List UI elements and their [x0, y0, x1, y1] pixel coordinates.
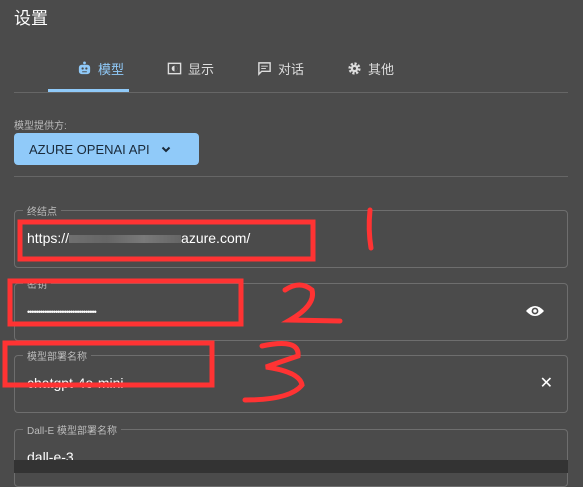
divider [14, 176, 568, 177]
tab-model[interactable]: 模型 [77, 58, 124, 78]
robot-icon [78, 60, 91, 74]
key-field[interactable]: 密钥 •••••••••••••••••••••••••••••••• [14, 276, 568, 341]
endpoint-input[interactable]: https:// azure.com/ [27, 230, 250, 246]
provider-label: 模型提供方: [14, 121, 67, 132]
page-title: 设置 [14, 9, 48, 28]
field-label: 终结点 [23, 203, 61, 218]
tab-label: 显示 [188, 61, 215, 77]
endpoint-field[interactable]: 终结点 https:// azure.com/ [14, 203, 568, 268]
gear-icon [348, 61, 361, 75]
tab-label: 其他 [368, 61, 395, 77]
redacted-blur [69, 235, 182, 244]
chat-icon [258, 61, 271, 76]
endpoint-prefix: https:// [27, 230, 70, 246]
tab-label: 模型 [98, 61, 125, 77]
tab-chat[interactable]: 对话 [257, 58, 304, 78]
bottom-panel [14, 460, 568, 473]
eye-icon[interactable] [525, 304, 545, 318]
dalle-deployment-field[interactable]: Dall-E 模型部署名称 dall-e-3 [14, 422, 568, 487]
field-label: 模型部署名称 [23, 348, 91, 363]
clear-icon[interactable]: ✕ [540, 373, 553, 393]
deployment-field[interactable]: 模型部署名称 chatgpt-4o-mini ✕ [14, 348, 568, 413]
deployment-input[interactable]: chatgpt-4o-mini [27, 375, 124, 391]
field-label: 密钥 [23, 276, 51, 291]
endpoint-suffix: azure.com/ [181, 230, 251, 246]
divider [14, 92, 568, 93]
chevron-down-icon [161, 146, 170, 153]
field-label: Dall-E 模型部署名称 [23, 422, 122, 437]
tab-other[interactable]: 其他 [347, 58, 394, 78]
provider-select[interactable]: AZURE OPENAI API [14, 133, 199, 165]
display-icon [167, 62, 182, 74]
key-input[interactable]: •••••••••••••••••••••••••••••••• [27, 307, 97, 317]
tab-display[interactable]: 显示 [167, 58, 214, 78]
provider-value: AZURE OPENAI API [29, 141, 150, 157]
tab-label: 对话 [278, 61, 305, 77]
